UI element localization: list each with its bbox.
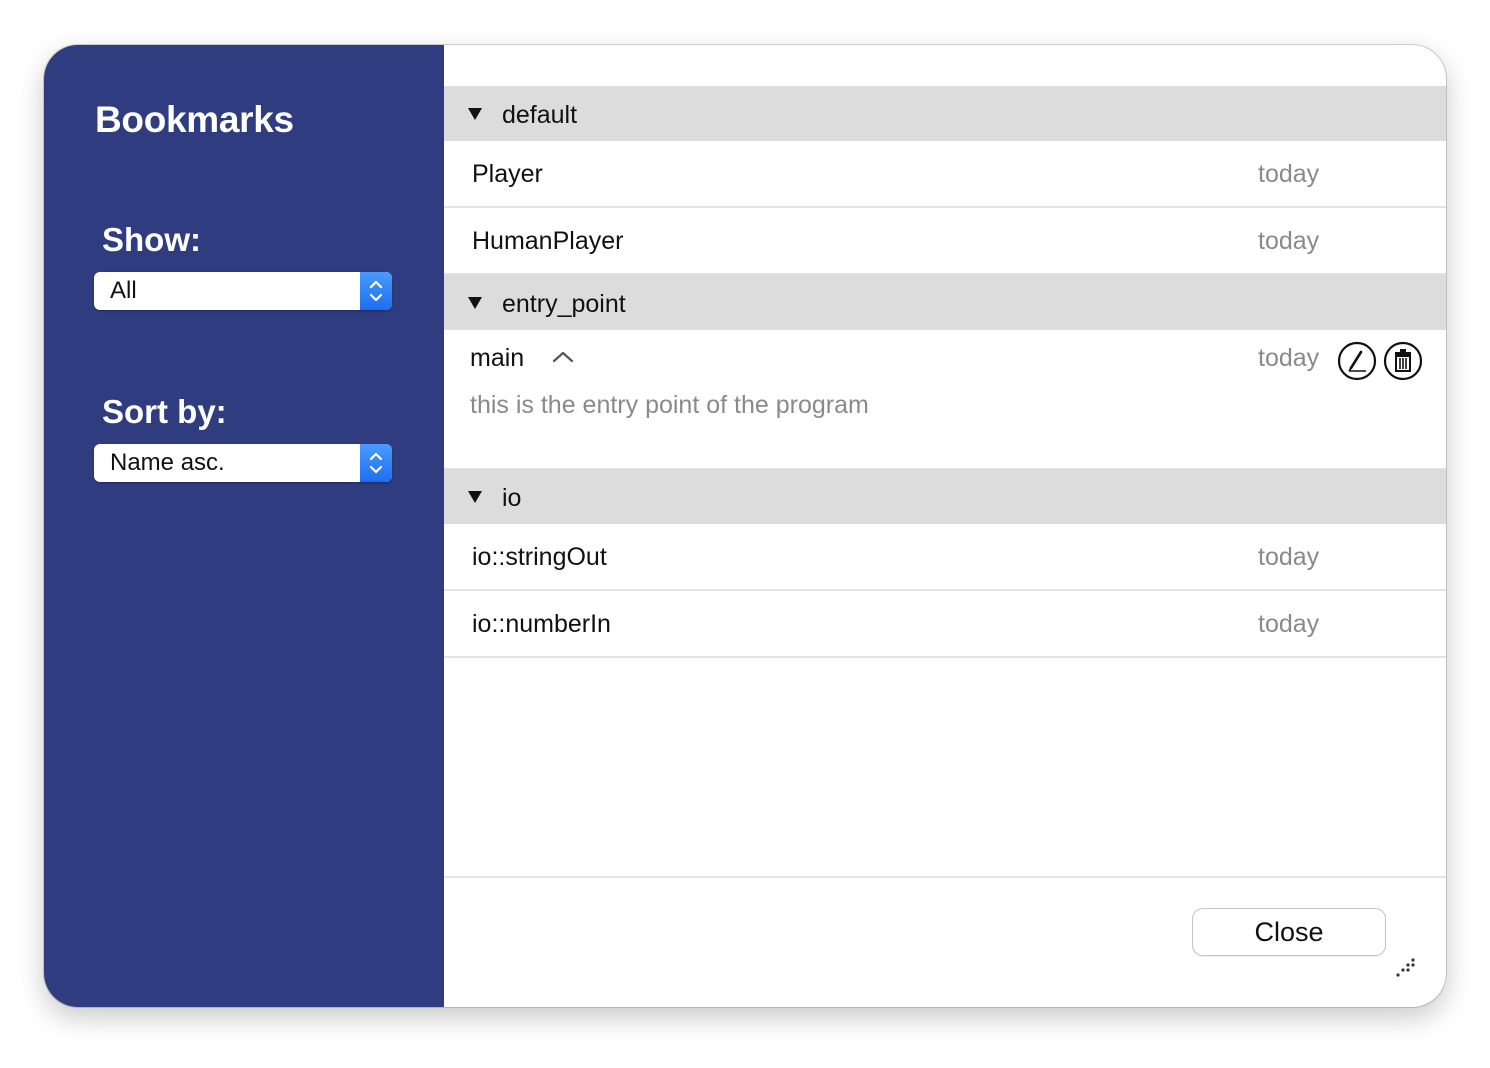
disclosure-triangle-icon[interactable]	[468, 491, 482, 504]
bookmarks-window: Bookmarks Show: All Sort by: Name asc. d…	[44, 45, 1446, 1007]
show-select-value: All	[110, 277, 137, 304]
bookmark-date: today	[1258, 610, 1320, 638]
group-header-io[interactable]: io	[444, 469, 1446, 524]
bookmark-name: main	[470, 344, 525, 372]
sidebar-title: Bookmarks	[95, 99, 294, 140]
group-header-default[interactable]: default	[444, 86, 1446, 141]
show-label: Show:	[102, 221, 201, 258]
footer-divider	[444, 876, 1446, 878]
list-item[interactable]: io::numberIn today	[444, 591, 1446, 658]
bookmark-name: Player	[472, 160, 543, 188]
disclosure-triangle-icon[interactable]	[468, 297, 482, 310]
bookmark-name: io::stringOut	[472, 543, 607, 571]
sort-select[interactable]: Name asc.	[94, 444, 392, 482]
show-select[interactable]: All	[94, 272, 392, 310]
bookmark-name: io::numberIn	[472, 610, 611, 638]
list-item[interactable]: HumanPlayer today	[444, 208, 1446, 275]
bookmark-date: today	[1258, 227, 1320, 255]
list-item[interactable]: Player today	[444, 141, 1446, 208]
close-button[interactable]: Close	[1192, 908, 1386, 956]
list-item[interactable]: io::stringOut today	[444, 524, 1446, 591]
chevron-up-icon[interactable]	[552, 350, 574, 364]
pencil-icon[interactable]	[1337, 341, 1377, 381]
bookmark-name: HumanPlayer	[472, 227, 624, 255]
group-header-entry-point[interactable]: entry_point	[444, 275, 1446, 330]
trash-icon[interactable]	[1383, 341, 1423, 381]
sidebar: Bookmarks Show: All Sort by: Name asc.	[44, 45, 444, 1007]
disclosure-triangle-icon[interactable]	[468, 108, 482, 121]
bookmark-date: today	[1258, 543, 1320, 571]
group-name: io	[502, 484, 522, 512]
bookmark-date: today	[1258, 344, 1320, 372]
resize-grip-icon[interactable]	[1396, 956, 1418, 978]
bookmark-list: default Player today HumanPlayer today e…	[444, 45, 1446, 1007]
group-name: entry_point	[502, 290, 626, 318]
bookmark-date: today	[1258, 160, 1320, 188]
stepper-arrows-icon[interactable]	[360, 272, 392, 310]
sort-select-value: Name asc.	[110, 449, 225, 476]
list-item-expanded[interactable]: main today this is the entry point of th…	[444, 330, 1446, 470]
group-name: default	[502, 101, 578, 129]
sort-label: Sort by:	[102, 393, 227, 430]
stepper-arrows-icon[interactable]	[360, 444, 392, 482]
bookmark-description: this is the entry point of the program	[470, 391, 869, 419]
